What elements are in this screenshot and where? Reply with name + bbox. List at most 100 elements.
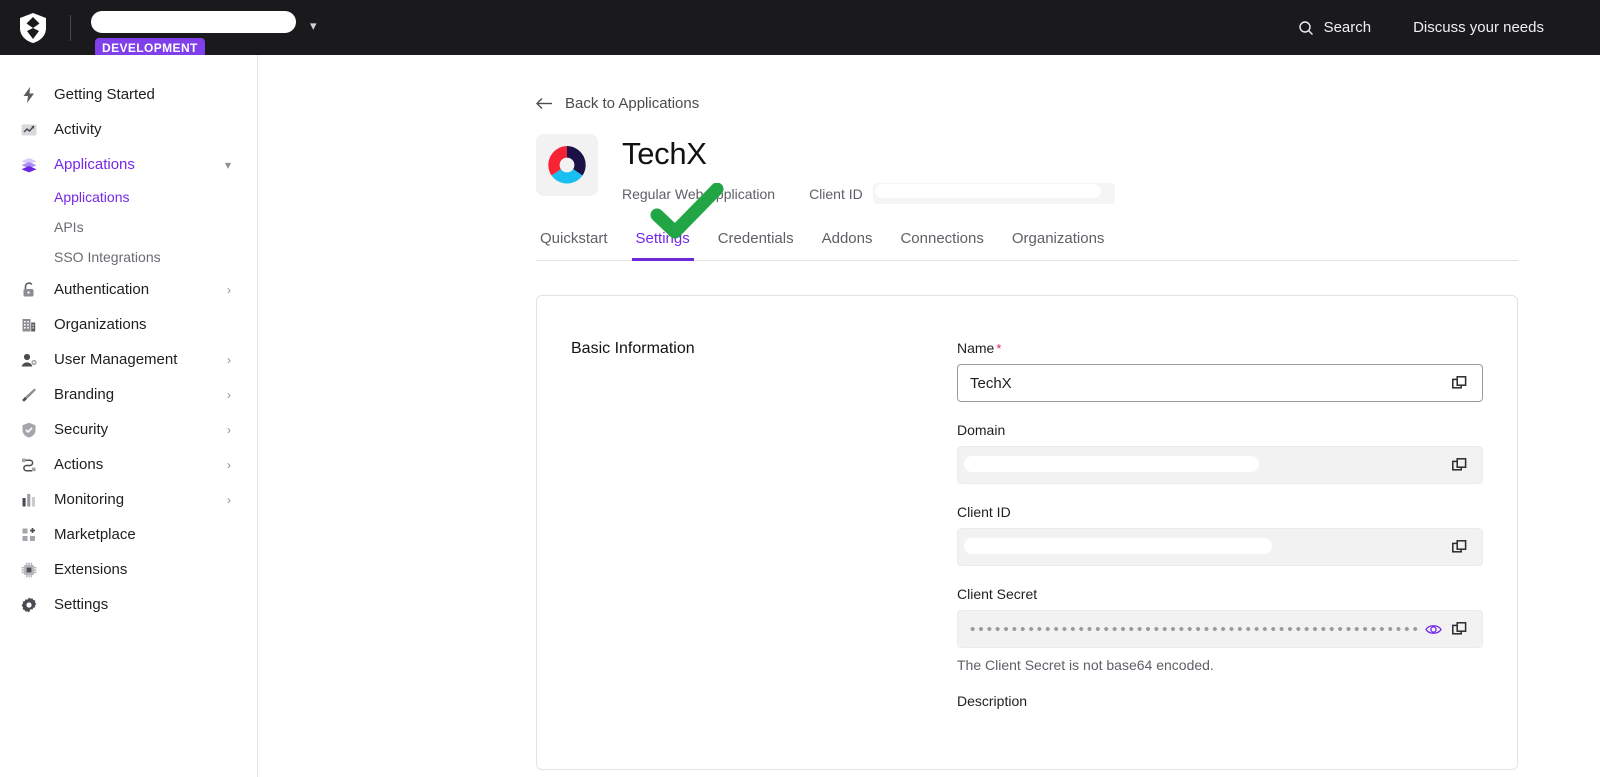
tab-settings[interactable]: Settings	[622, 230, 704, 261]
header-client-id-label: Client ID	[809, 185, 863, 202]
user-gear-icon	[18, 349, 40, 371]
sidebar-subitem-applications[interactable]: Applications	[0, 182, 257, 212]
sidebar-item-extensions[interactable]: Extensions	[0, 552, 257, 587]
sidebar-item-label: Monitoring	[54, 491, 125, 508]
chevron-down-icon[interactable]: ▾	[225, 159, 231, 171]
header-client-id-value[interactable]	[872, 183, 1115, 204]
sidebar-item-label: Security	[54, 421, 109, 438]
topbar-actions: Search Discuss your needs	[1298, 19, 1544, 36]
sidebar-item-label: User Management	[54, 351, 178, 368]
sidebar-item-label: Marketplace	[54, 526, 136, 543]
chevron-right-icon[interactable]: ›	[227, 354, 231, 366]
app-logo-container	[536, 134, 598, 196]
tab-credentials[interactable]: Credentials	[704, 230, 808, 260]
client-id-input[interactable]	[957, 528, 1483, 566]
tab-addons[interactable]: Addons	[808, 230, 887, 260]
chevron-right-icon[interactable]: ›	[227, 459, 231, 471]
client-id-redaction	[964, 538, 1272, 554]
copy-icon[interactable]	[1446, 457, 1472, 473]
field-label: Description	[957, 693, 1028, 709]
sidebar-item-actions[interactable]: Actions ›	[0, 447, 257, 482]
sidebar-item-label: Authentication	[54, 281, 150, 298]
sidebar-item-user-management[interactable]: User Management ›	[0, 342, 257, 377]
discuss-your-needs-link[interactable]: Discuss your needs	[1413, 19, 1544, 36]
tab-label: Quickstart	[540, 230, 608, 247]
application-header: TechX Regular Web Application Client ID	[536, 134, 1536, 204]
chevron-right-icon[interactable]: ›	[227, 389, 231, 401]
sidebar-item-security[interactable]: Security ›	[0, 412, 257, 447]
copy-icon[interactable]	[1446, 539, 1472, 555]
activity-chart-icon	[18, 119, 40, 141]
tab-label: Settings	[635, 230, 690, 247]
field-label-text: Name	[957, 340, 995, 356]
tab-quickstart[interactable]: Quickstart	[536, 230, 622, 260]
sidebar-item-activity[interactable]: Activity	[0, 112, 257, 147]
actions-flow-icon	[18, 454, 40, 476]
card-section-header: Basic Information	[537, 340, 957, 729]
sidebar-subitem-label: SSO Integrations	[54, 249, 161, 265]
sidebar-subitem-apis[interactable]: APIs	[0, 212, 257, 242]
tab-connections[interactable]: Connections	[886, 230, 997, 260]
techx-ring-logo	[548, 146, 586, 184]
sidebar-item-applications[interactable]: Applications ▾	[0, 147, 257, 182]
lightning-bolt-icon	[18, 84, 40, 106]
tenant-name-redacted	[91, 10, 296, 33]
field-label: Domain	[957, 422, 1006, 438]
sidebar-item-authentication[interactable]: Authentication ›	[0, 272, 257, 307]
application-detail-page: Back to Applications TechX Regular Web A…	[536, 55, 1536, 770]
field-domain: Domain	[957, 422, 1483, 484]
client-secret-input[interactable]: ••••••••••••••••••••••••••••••••••••••••…	[957, 610, 1483, 648]
copy-icon[interactable]	[1446, 375, 1472, 391]
tab-label: Connections	[900, 230, 984, 247]
paintbrush-icon	[18, 384, 40, 406]
sidebar-item-marketplace[interactable]: Marketplace	[0, 517, 257, 552]
sidebar-item-settings[interactable]: Settings	[0, 587, 257, 622]
application-type-label: Regular Web Application	[622, 185, 776, 202]
name-input-value: TechX	[970, 374, 1012, 392]
chevron-down-icon[interactable]: ▾	[310, 18, 317, 34]
domain-input[interactable]	[957, 446, 1483, 484]
field-name: Name * TechX	[957, 340, 1483, 402]
sidebar-item-getting-started[interactable]: Getting Started	[0, 77, 257, 112]
grid-plus-icon	[18, 524, 40, 546]
sidebar-item-label: Getting Started	[54, 86, 155, 103]
arrow-left-icon	[536, 98, 552, 109]
sidebar-item-label: Branding	[54, 386, 115, 403]
chevron-right-icon[interactable]: ›	[227, 424, 231, 436]
bar-chart-icon	[18, 489, 40, 511]
field-label: Name *	[957, 340, 1483, 356]
auth0-shield-logo[interactable]	[18, 12, 48, 44]
chevron-right-icon[interactable]: ›	[227, 284, 231, 296]
chevron-right-icon[interactable]: ›	[227, 494, 231, 506]
sidebar-item-label: Activity	[54, 121, 102, 138]
field-label: Client Secret	[957, 586, 1038, 602]
gear-icon	[18, 594, 40, 616]
client-id-redaction	[874, 184, 1101, 198]
client-secret-helper-text: The Client Secret is not base64 encoded.	[957, 657, 1214, 673]
name-input[interactable]: TechX	[957, 364, 1483, 402]
sidebar-subitem-sso-integrations[interactable]: SSO Integrations	[0, 242, 257, 272]
eye-icon[interactable]	[1420, 623, 1446, 636]
tab-organizations[interactable]: Organizations	[998, 230, 1119, 260]
tab-bar: Quickstart Settings Credentials Addons C…	[536, 183, 1518, 261]
lock-icon	[18, 279, 40, 301]
topbar-divider	[70, 14, 71, 41]
discuss-label: Discuss your needs	[1413, 19, 1544, 36]
field-label: Client ID	[957, 504, 1011, 520]
search-button[interactable]: Search	[1298, 19, 1371, 36]
layers-stack-icon	[18, 154, 40, 176]
sidebar-item-organizations[interactable]: Organizations	[0, 307, 257, 342]
tenant-selector[interactable]: DEVELOPMENT ▾	[91, 10, 317, 59]
top-bar: DEVELOPMENT ▾ Search Discuss your needs	[0, 0, 1600, 59]
sidebar-item-branding[interactable]: Branding ›	[0, 377, 257, 412]
tab-label: Addons	[821, 230, 873, 247]
sidebar-item-monitoring[interactable]: Monitoring ›	[0, 482, 257, 517]
back-to-applications-link[interactable]: Back to Applications	[536, 95, 1536, 112]
required-asterisk: *	[996, 341, 1002, 356]
copy-icon[interactable]	[1446, 621, 1472, 637]
client-secret-masked-value: ••••••••••••••••••••••••••••••••••••••••…	[970, 620, 1420, 638]
domain-redaction	[964, 456, 1259, 472]
search-icon	[1298, 20, 1313, 35]
section-title: Basic Information	[571, 340, 695, 357]
card-fields: Name * TechX Domain Client ID Client Sec…	[957, 340, 1483, 729]
